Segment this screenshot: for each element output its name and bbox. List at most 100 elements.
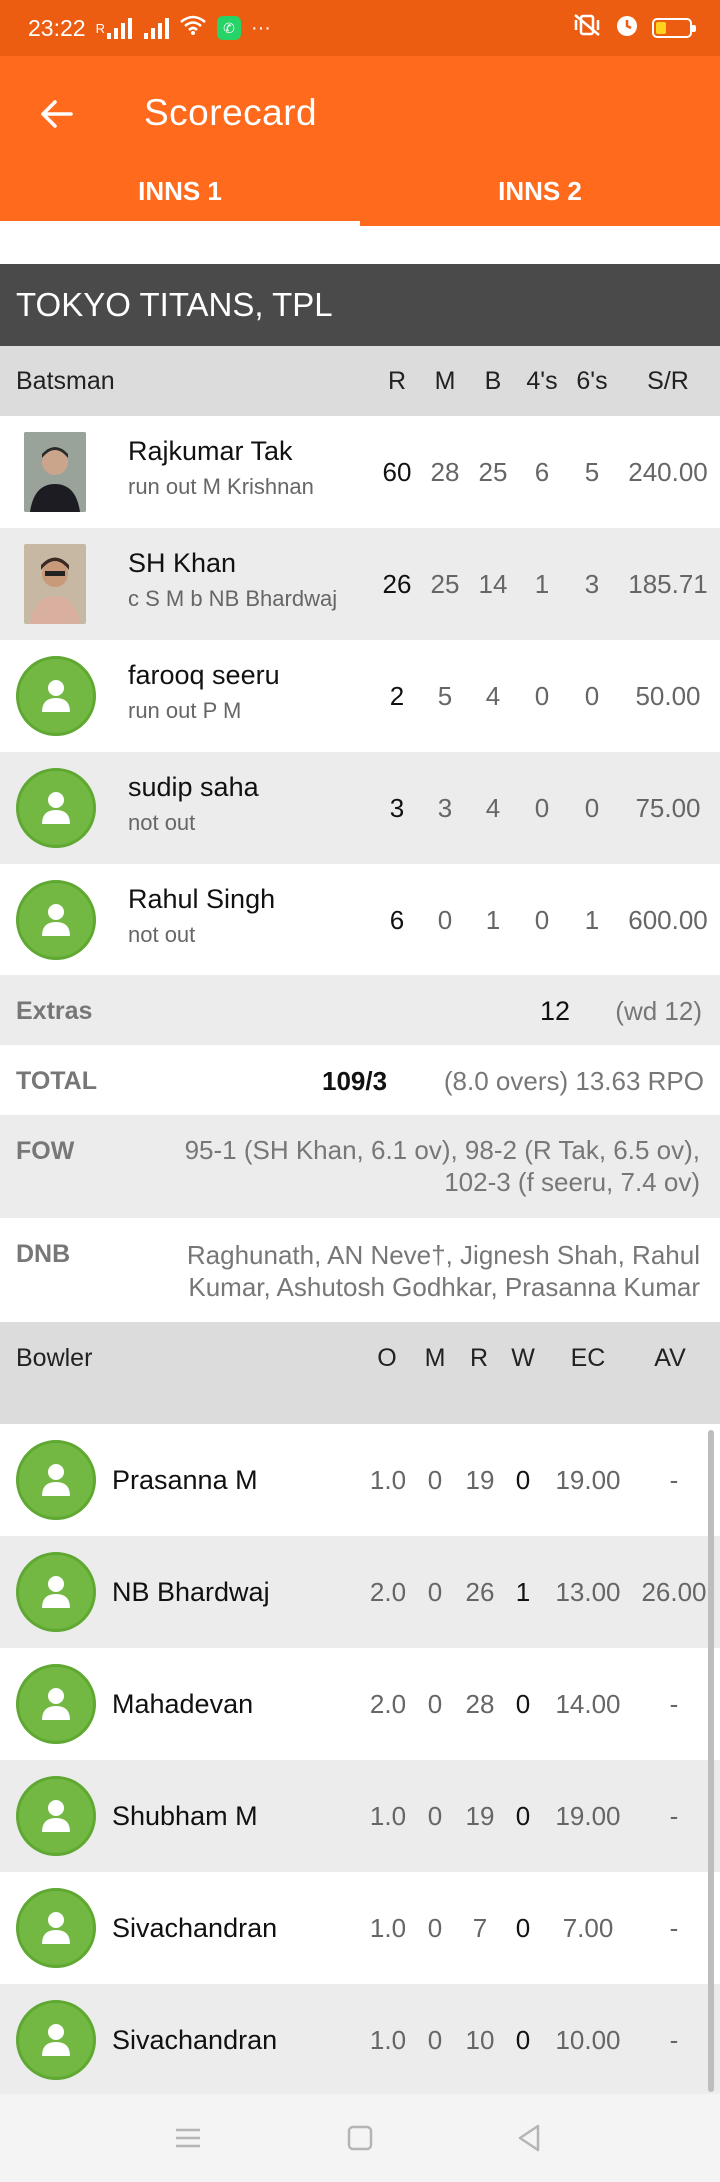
minutes: 25 (430, 569, 460, 599)
user-placeholder-icon (16, 2000, 96, 2080)
did-not-bat-row: DNB Raghunath, AN Neve†, Jignesh Shah, R… (0, 1218, 720, 1322)
col-ec: EC (570, 1344, 606, 1372)
balls: 25 (478, 457, 508, 487)
batsman-row[interactable]: SH Khan c S M b NB Bhardwaj 26 25 14 1 3… (0, 528, 720, 640)
player-photo (24, 432, 86, 512)
maidens: 0 (427, 1577, 443, 1607)
back-arrow-icon[interactable] (34, 92, 78, 136)
innings-tabs: INNS 1 INNS 2 (0, 166, 720, 226)
bowler-row[interactable]: Shubham M 1.0 0 19 0 19.00 - (0, 1760, 720, 1872)
user-placeholder-icon (16, 880, 96, 960)
wickets: 0 (515, 1801, 531, 1831)
alarm-icon (614, 12, 640, 44)
minutes: 5 (437, 681, 453, 711)
runs: 2 (389, 681, 405, 711)
scrollbar[interactable] (708, 1430, 714, 2092)
runs: 60 (382, 457, 412, 487)
bowler-row[interactable]: Sivachandran 1.0 0 10 0 10.00 - (0, 1984, 720, 2096)
home-nav-icon[interactable] (340, 2118, 380, 2158)
tab-inns-1[interactable]: INNS 1 (0, 166, 360, 226)
system-nav-bar (0, 2094, 720, 2182)
batsman-row[interactable]: Rahul Singh not out 6 0 1 0 1 600.00 (0, 864, 720, 976)
more-notifications-icon: ··· (250, 16, 271, 39)
total-detail: (8.0 overs) 13.63 RPO (443, 1066, 704, 1096)
col-m: M (434, 367, 456, 395)
dnb-line-1: Raghunath, AN Neve†, Jignesh Shah, Rahul (186, 1240, 700, 1270)
bowler-row[interactable]: Prasanna M 1.0 0 19 0 19.00 - (0, 1424, 720, 1536)
user-placeholder-icon (16, 768, 96, 848)
dismissal-text: run out M Krishnan (128, 474, 314, 499)
maidens: 0 (427, 1801, 443, 1831)
runs: 3 (389, 793, 405, 823)
minutes: 3 (437, 793, 453, 823)
economy: 10.00 (555, 2025, 621, 2055)
dnb-label: DNB (16, 1240, 71, 1268)
tab-inns-2[interactable]: INNS 2 (360, 166, 720, 226)
battery-icon (652, 18, 696, 38)
user-placeholder-icon (16, 1440, 96, 1520)
batting-table-header: Batsman R M B 4's 6's S/R (0, 346, 720, 416)
bowler-name: NB Bhardwaj (112, 1577, 270, 1607)
runs-conceded: 7 (472, 1913, 488, 1943)
balls: 1 (485, 905, 501, 935)
batsman-name: sudip saha (128, 772, 259, 802)
dismissal-text: c S M b NB Bhardwaj (128, 586, 338, 611)
fours: 0 (534, 905, 550, 935)
player-photo (24, 544, 86, 624)
average: - (669, 1801, 679, 1831)
balls: 14 (478, 569, 508, 599)
batsman-name: Rahul Singh (128, 884, 276, 914)
strike-rate: 600.00 (628, 905, 708, 935)
page-title: Scorecard (144, 92, 318, 133)
economy: 19.00 (555, 1801, 621, 1831)
user-placeholder-icon (16, 1664, 96, 1744)
sixes: 0 (584, 681, 600, 711)
economy: 13.00 (555, 1577, 621, 1607)
bowler-row[interactable]: Sivachandran 1.0 0 7 0 7.00 - (0, 1872, 720, 1984)
back-nav-icon[interactable] (510, 2118, 550, 2158)
status-bar: 23:22 R ✆ ··· (0, 0, 720, 56)
col-m: M (424, 1344, 446, 1372)
strike-rate: 75.00 (635, 793, 701, 823)
menu-nav-icon[interactable] (168, 2118, 208, 2158)
fours: 0 (534, 793, 550, 823)
vibrate-icon (572, 13, 602, 43)
whatsapp-icon: ✆ (216, 16, 241, 40)
col-av: AV (654, 1344, 686, 1372)
bowler-name: Shubham M (112, 1801, 258, 1831)
sixes: 0 (584, 793, 600, 823)
maidens: 0 (427, 1913, 443, 1943)
bowler-column-label: Bowler (16, 1344, 93, 1372)
wickets: 0 (515, 2025, 531, 2055)
batsman-row[interactable]: sudip saha not out 3 3 4 0 0 75.00 (0, 752, 720, 864)
total-row: TOTAL 109/3 (8.0 overs) 13.63 RPO (0, 1045, 720, 1115)
batsman-row[interactable]: farooq seeru run out P M 2 5 4 0 0 50.00 (0, 640, 720, 752)
extras-label: Extras (16, 997, 93, 1025)
economy: 19.00 (555, 1465, 621, 1495)
bowler-row[interactable]: NB Bhardwaj 2.0 0 26 1 13.00 26.00 (0, 1536, 720, 1648)
col-6s: 6's (576, 367, 608, 395)
col-r: R (387, 367, 407, 395)
runs-conceded: 26 (465, 1577, 495, 1607)
wickets: 1 (515, 1577, 531, 1607)
maidens: 0 (427, 2025, 443, 2055)
user-placeholder-icon (16, 1776, 96, 1856)
total-label: TOTAL (16, 1067, 98, 1095)
extras-detail: (wd 12) (615, 996, 702, 1026)
bowler-row[interactable]: Mahadevan 2.0 0 28 0 14.00 - (0, 1648, 720, 1760)
runs-conceded: 10 (465, 2025, 495, 2055)
col-r: R (469, 1344, 489, 1372)
signal-icon (106, 17, 132, 39)
batsman-row[interactable]: Rajkumar Tak run out M Krishnan 60 28 25… (0, 416, 720, 528)
runs: 6 (389, 905, 405, 935)
wickets: 0 (515, 1689, 531, 1719)
user-placeholder-icon (16, 656, 96, 736)
signal-label: R (95, 20, 105, 36)
batsman-name: farooq seeru (128, 660, 280, 690)
minutes: 0 (437, 905, 453, 935)
overs: 1.0 (369, 1465, 407, 1495)
strike-rate: 185.71 (628, 569, 708, 599)
sixes: 5 (584, 457, 600, 487)
fow-line-2: 102-3 (f seeru, 7.4 ov) (444, 1167, 700, 1197)
extras-row: Extras 12 (wd 12) (0, 975, 720, 1045)
